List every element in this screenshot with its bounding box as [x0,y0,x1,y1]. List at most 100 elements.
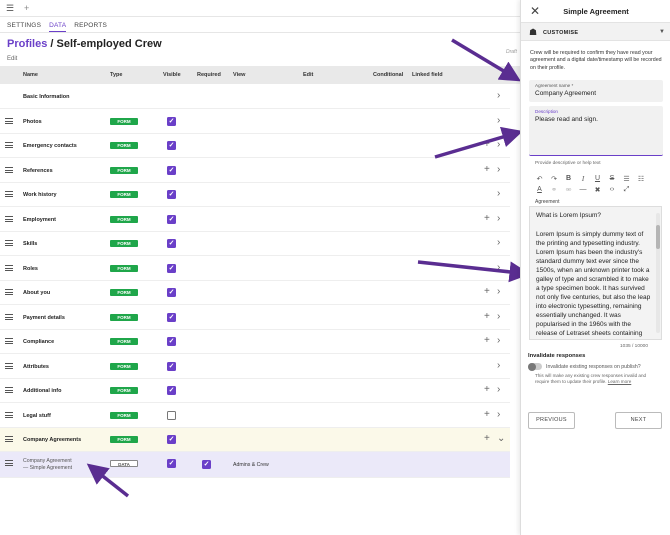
table-row[interactable]: Company Agreements FORM ✓ + ⌄ [0,428,510,452]
visible-checkbox[interactable]: ✓ [167,165,176,175]
fullscreen-icon[interactable]: ⤢ [622,186,631,194]
horizontal-rule-icon[interactable]: — [579,186,588,193]
chevron-right-icon[interactable]: › [497,115,500,126]
description-field[interactable]: Description Please read and sign. [529,106,663,156]
table-row[interactable]: Additional info FORM ✓ + › [0,379,510,403]
chevron-right-icon[interactable]: › [497,409,500,420]
bullet-list-icon[interactable]: ☰ [622,175,631,183]
visible-checkbox[interactable]: ✓ [167,361,176,371]
visible-checkbox[interactable]: ✓ [167,410,176,420]
table-row-company-agreement[interactable]: Company Agreement — Simple Agreement DAT… [0,452,510,478]
drag-handle-icon[interactable] [5,362,13,369]
clear-format-icon[interactable]: ✖ [593,186,602,194]
tab-settings[interactable]: SETTINGS [7,18,41,32]
table-row[interactable]: Employment FORM ✓ + › [0,208,510,232]
table-row[interactable]: Emergency contacts FORM ✓ + › [0,134,510,158]
numbered-list-icon[interactable]: ☷ [637,175,646,183]
add-icon[interactable]: + [484,384,490,395]
agreement-editor[interactable]: What is Lorem Ipsum? Lorem Ipsum is simp… [529,206,662,340]
table-row[interactable]: Work history FORM ✓ › [0,183,510,207]
drag-handle-icon[interactable] [5,289,13,295]
add-icon[interactable]: + [484,164,490,175]
drag-handle-icon[interactable] [5,338,13,344]
table-row[interactable]: Legal stuff FORM ✓ + › [0,404,510,428]
chevron-right-icon[interactable]: › [497,139,500,150]
tab-reports[interactable]: REPORTS [74,18,107,32]
agreement-name-field[interactable]: Agreement name * Company Agreement [529,80,663,102]
chevron-right-icon[interactable]: › [497,237,500,248]
edit-link[interactable]: Edit [7,56,17,62]
drag-handle-icon[interactable] [5,387,13,393]
drag-handle-icon[interactable] [5,264,13,271]
bold-icon[interactable]: B [564,175,573,182]
visible-checkbox[interactable]: ✓ [167,239,176,248]
add-icon[interactable]: + [484,335,490,346]
chevron-right-icon[interactable]: › [497,164,500,175]
italic-icon[interactable]: I [579,175,588,183]
drag-handle-icon[interactable] [5,142,13,148]
learn-more-link[interactable]: Learn more [608,379,632,384]
visible-checkbox[interactable]: ✓ [167,312,176,322]
add-icon[interactable]: + [484,213,490,224]
editor-scrollbar[interactable] [656,213,660,333]
chevron-right-icon[interactable]: › [497,360,500,371]
table-row[interactable]: Skills FORM ✓ › [0,232,510,256]
invalidate-toggle[interactable] [528,362,542,371]
required-checkbox[interactable]: ✓ [202,460,211,469]
strikethrough-icon[interactable]: S [608,175,617,182]
visible-checkbox[interactable]: ✓ [167,337,176,346]
customise-dropdown[interactable]: ☗ CUSTOMISE ▼ [521,22,670,41]
add-icon[interactable]: + [484,433,490,444]
visible-checkbox[interactable]: ✓ [167,435,176,444]
visible-checkbox[interactable]: ✓ [167,288,176,297]
table-row[interactable]: Payment details FORM ✓ + › [0,306,510,330]
chevron-right-icon[interactable]: › [497,384,500,395]
code-icon[interactable]: ‹› [608,186,617,193]
redo-icon[interactable]: ↷ [550,175,559,183]
table-row[interactable]: Compliance FORM ✓ + › [0,330,510,354]
add-icon[interactable]: + [484,311,490,322]
chevron-right-icon[interactable]: › [497,286,500,297]
breadcrumb-profiles[interactable]: Profiles [7,38,47,50]
previous-button[interactable]: PREVIOUS [528,412,575,429]
chevron-down-icon[interactable]: ⌄ [497,433,505,444]
text-color-icon[interactable]: A [535,186,544,193]
chevron-right-icon[interactable]: › [497,262,500,273]
table-row[interactable]: References FORM ✓ + › [0,159,510,183]
table-row[interactable]: Photos FORM ✓ › [0,110,510,134]
drag-handle-icon[interactable] [5,240,13,246]
drag-handle-icon[interactable] [5,436,13,442]
plus-icon[interactable]: + [24,3,29,13]
add-icon[interactable]: + [484,139,490,150]
visible-checkbox[interactable]: ✓ [167,459,176,468]
table-row[interactable]: Attributes FORM ✓ › [0,355,510,379]
visible-checkbox[interactable]: ✓ [167,190,176,199]
chevron-right-icon[interactable]: › [497,213,500,224]
visible-checkbox[interactable]: ✓ [167,141,176,150]
hamburger-icon[interactable]: ☰ [6,3,18,14]
unlink-icon[interactable]: ⚮ [564,186,573,194]
undo-icon[interactable]: ↶ [535,175,544,183]
drag-handle-icon[interactable] [5,117,13,124]
chevron-right-icon[interactable]: › [497,90,500,101]
next-button[interactable]: NEXT [615,412,662,429]
visible-checkbox[interactable]: ✓ [167,263,176,273]
table-row[interactable]: About you FORM ✓ + › [0,281,510,305]
table-row[interactable]: Roles FORM ✓ › [0,257,510,281]
visible-checkbox[interactable]: ✓ [167,214,176,224]
link-icon[interactable]: ⚭ [550,186,559,194]
visible-checkbox[interactable]: ✓ [167,116,176,126]
chevron-right-icon[interactable]: › [497,311,500,322]
drag-handle-icon[interactable] [5,313,13,320]
chevron-right-icon[interactable]: › [497,188,500,199]
underline-icon[interactable]: U [593,175,602,182]
table-row[interactable]: Basic Information › [0,85,510,109]
drag-handle-icon[interactable] [5,191,13,197]
drag-handle-icon[interactable] [5,166,13,173]
tab-data[interactable]: DATA [49,18,67,32]
visible-checkbox[interactable]: ✓ [167,386,176,395]
drag-handle-icon[interactable] [5,460,13,466]
add-icon[interactable]: + [484,286,490,297]
drag-handle-icon[interactable] [5,215,13,222]
chevron-right-icon[interactable]: › [497,335,500,346]
